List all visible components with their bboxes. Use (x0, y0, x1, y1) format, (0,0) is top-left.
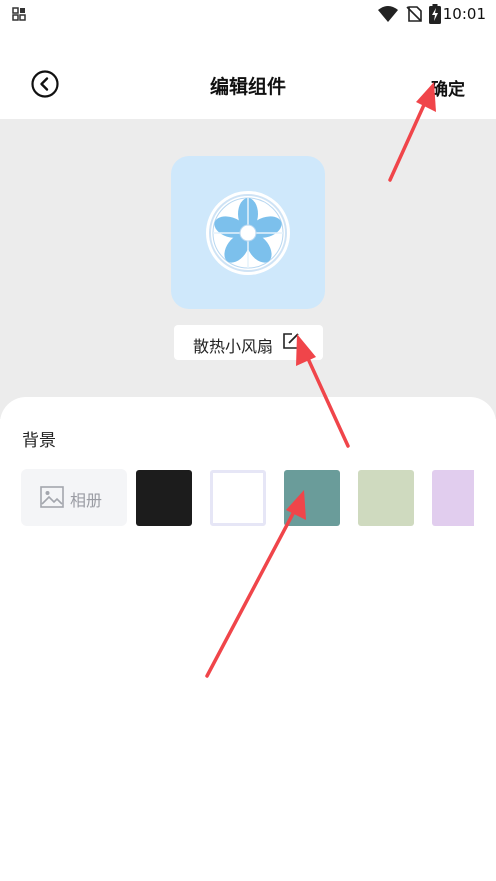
image-icon (40, 486, 64, 508)
app-grid-icon (12, 7, 26, 21)
color-swatch-black[interactable] (136, 470, 192, 526)
color-swatch-white[interactable] (210, 470, 266, 526)
page-title: 编辑组件 (209, 76, 286, 98)
color-swatch-teal[interactable] (284, 470, 340, 526)
confirm-button[interactable]: 确定 (431, 75, 465, 100)
no-sim-icon (406, 6, 422, 22)
color-swatch-lavender[interactable] (432, 470, 474, 526)
album-label: 相册 (70, 491, 103, 510)
wifi-icon (378, 6, 398, 22)
battery-charging-icon (429, 4, 441, 24)
background-section-label: 背景 (22, 431, 56, 451)
color-swatch-sage[interactable] (358, 470, 414, 526)
widget-name: 散热小风扇 (193, 337, 274, 356)
edit-icon[interactable] (282, 332, 300, 350)
fan-icon (206, 191, 290, 275)
status-time: 10:01 (442, 5, 486, 23)
